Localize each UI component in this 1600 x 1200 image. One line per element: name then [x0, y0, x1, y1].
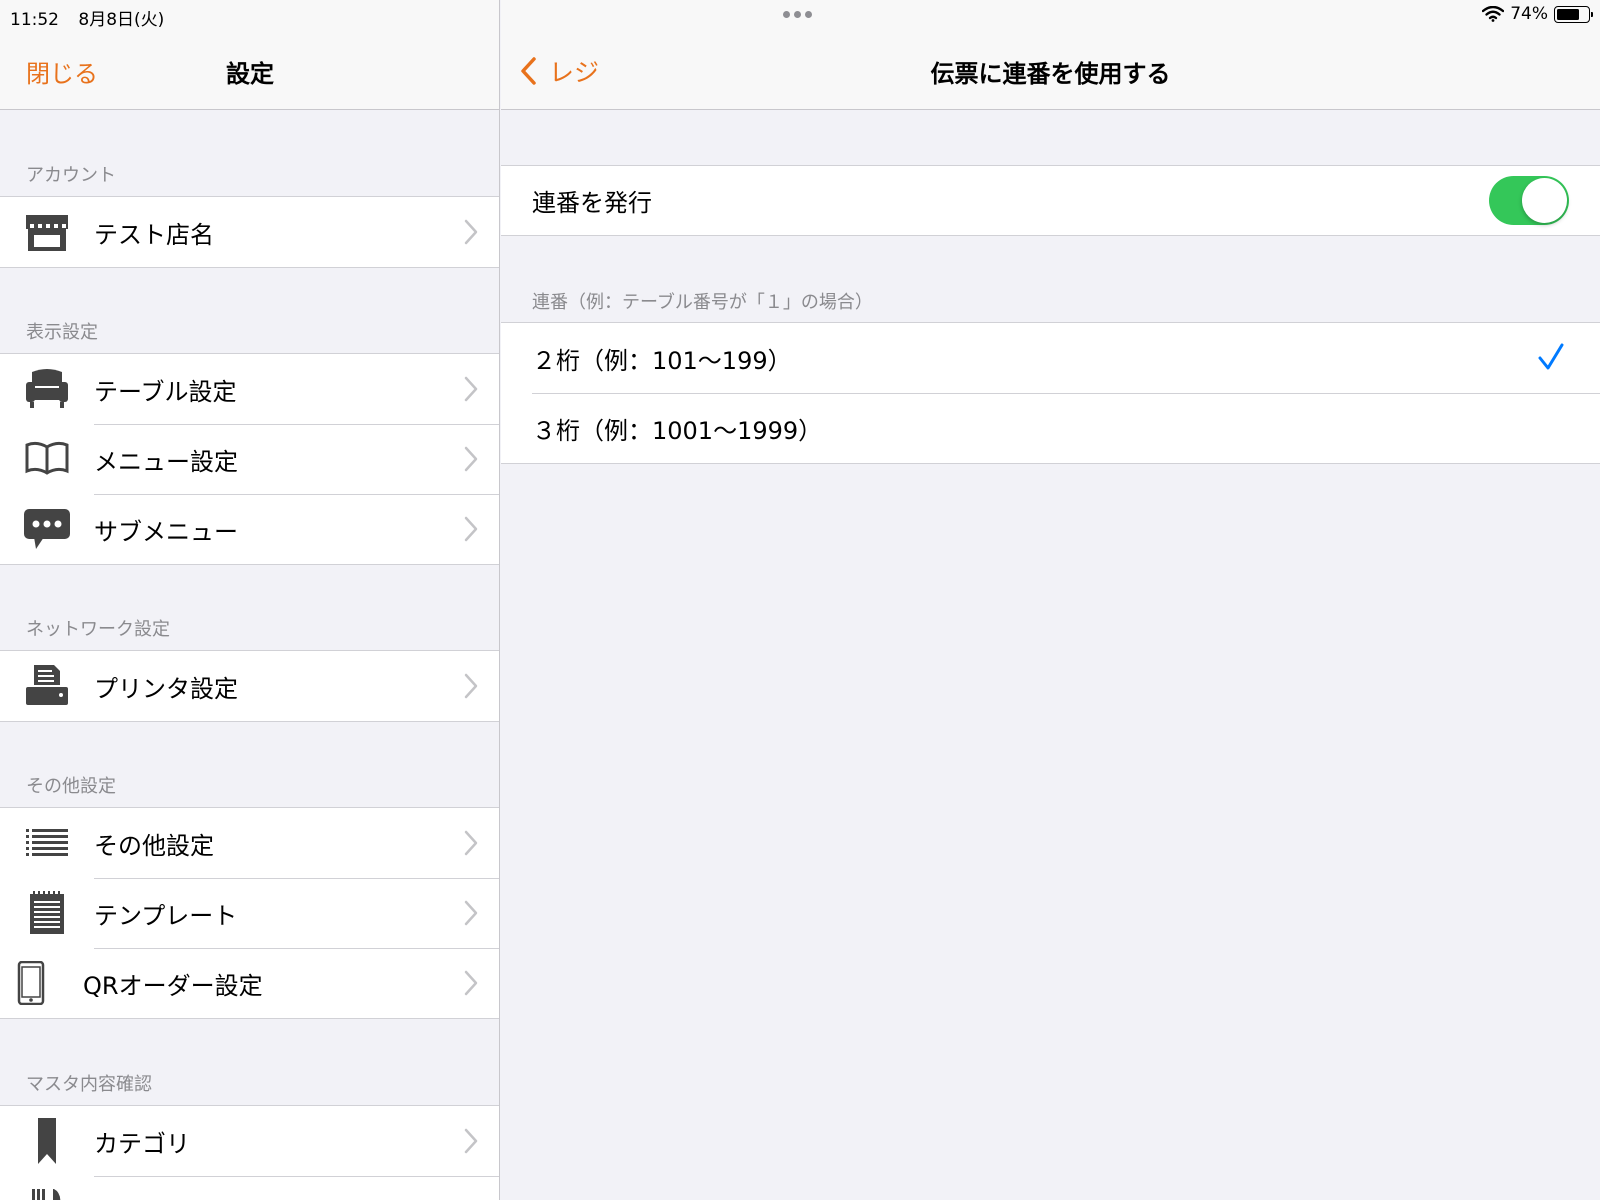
option-label: ２桁（例：101～199）: [532, 346, 792, 375]
sidebar-item-label: サブメニュー: [94, 517, 238, 546]
section-header-network: ネットワーク設定: [26, 619, 170, 640]
chevron-right-icon: [464, 219, 478, 245]
sidebar-item-table-settings[interactable]: テーブル設定: [0, 354, 499, 424]
section-header-other: その他設定: [26, 776, 116, 797]
toggle-knob: [1522, 178, 1567, 223]
sidebar-item-label: メニュー設定: [94, 447, 238, 476]
section-display: テーブル設定 メニュー設定 サブメニュー: [0, 353, 499, 565]
sidebar-item-category[interactable]: カテゴリ: [0, 1106, 499, 1176]
sidebar-item-label: その他設定: [94, 831, 214, 860]
sidebar-item-menu-settings[interactable]: メニュー設定: [0, 424, 499, 494]
sidebar-item-label: テスト店名: [94, 220, 214, 249]
armchair-icon: [24, 367, 70, 411]
section-header-account: アカウント: [26, 165, 116, 186]
battery-percent: 74%: [1510, 4, 1548, 24]
section-network: プリンタ設定: [0, 650, 499, 722]
toggle-group: 連番を発行: [501, 165, 1600, 236]
cutlery-icon: [24, 1189, 70, 1200]
sidebar-item-label: テーブル設定: [94, 377, 237, 406]
open-book-icon: [24, 437, 70, 481]
multitasking-dots-icon[interactable]: [783, 11, 812, 18]
section-account: テスト店名: [0, 196, 499, 268]
chevron-right-icon: [464, 376, 478, 402]
option-2-digit[interactable]: ２桁（例：101～199）: [501, 323, 1600, 393]
digit-options-group: ２桁（例：101～199） ３桁（例：1001～1999）: [501, 322, 1600, 464]
sidebar-item-submenu[interactable]: サブメニュー: [0, 494, 499, 564]
issue-serial-label: 連番を発行: [532, 189, 652, 217]
bookmark-icon: [24, 1118, 70, 1164]
section-other: その他設定 テンプレート QRオーダー設定: [0, 807, 499, 1019]
battery-fill: [1557, 8, 1580, 20]
battery-icon: [1554, 5, 1593, 23]
sidebar-item-partial[interactable]: [0, 1176, 499, 1200]
status-bar: 11:52 8月8日(火) 74%: [0, 0, 1600, 30]
sidebar-item-label: QRオーダー設定: [83, 971, 263, 1000]
chevron-right-icon: [464, 970, 478, 996]
sidebar-item-label: テンプレート: [94, 901, 238, 930]
section-header-display: 表示設定: [26, 322, 98, 343]
sidebar-item-store[interactable]: テスト店名: [0, 197, 499, 267]
page-title: 伝票に連番を使用する: [930, 60, 1171, 88]
chevron-right-icon: [464, 446, 478, 472]
section-header-master: マスタ内容確認: [26, 1074, 152, 1095]
issue-serial-row: 連番を発行: [501, 166, 1600, 235]
chevron-right-icon: [464, 673, 478, 699]
chevron-right-icon: [464, 1128, 478, 1154]
sidebar-item-label: カテゴリ: [94, 1129, 190, 1158]
detail-pane: レジ 伝票に連番を使用する 連番を発行 連番（例：テーブル番号が「１」の場合） …: [501, 0, 1600, 1200]
sidebar-item-other-settings[interactable]: その他設定: [0, 808, 499, 878]
checkmark-icon: [1538, 343, 1564, 370]
chevron-right-icon: [464, 830, 478, 856]
printer-icon: [24, 664, 70, 708]
issue-serial-toggle[interactable]: [1489, 176, 1569, 225]
sidebar-item-printer-settings[interactable]: プリンタ設定: [0, 651, 499, 721]
smartphone-icon: [8, 961, 54, 1005]
sidebar-item-qr-order-settings[interactable]: QRオーダー設定: [0, 948, 499, 1018]
notepad-icon: [24, 891, 70, 935]
list-icon: [24, 821, 70, 865]
option-3-digit[interactable]: ３桁（例：1001～1999）: [501, 393, 1600, 463]
speech-bubble-icon: [24, 507, 70, 551]
option-label: ３桁（例：1001～1999）: [532, 416, 823, 445]
options-section-header: 連番（例：テーブル番号が「１」の場合）: [532, 292, 873, 313]
sidebar-item-label: プリンタ設定: [94, 674, 238, 703]
chevron-right-icon: [464, 900, 478, 926]
wifi-icon: [1482, 6, 1505, 22]
status-time: 11:52: [10, 10, 59, 30]
section-master: カテゴリ: [0, 1105, 499, 1200]
settings-sidebar: 設定 閉じる アカウント テスト店名 表示設定 テーブル設定 メニュー設定 サブ…: [0, 0, 500, 1200]
sidebar-item-template[interactable]: テンプレート: [0, 878, 499, 948]
storefront-icon: [24, 210, 70, 254]
close-button[interactable]: 閉じる: [26, 54, 98, 89]
status-date: 8月8日(火): [78, 10, 165, 30]
chevron-right-icon: [464, 516, 478, 542]
